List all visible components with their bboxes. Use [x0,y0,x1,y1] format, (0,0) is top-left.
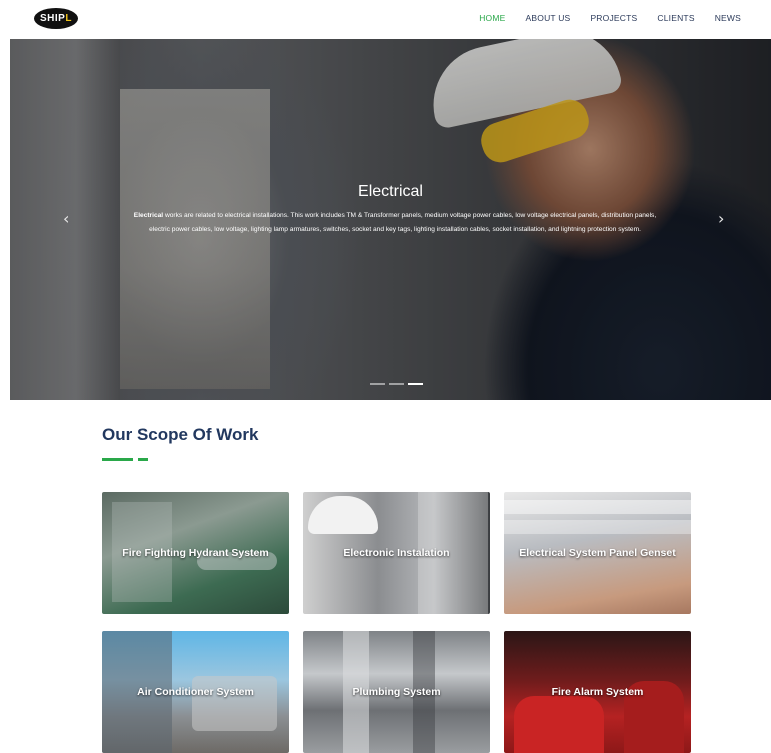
hero-title: Electrical [358,183,423,200]
scope-card-label: Fire Fighting Hydrant System [122,547,269,559]
scope-card-fire-fighting[interactable]: Fire Fighting Hydrant System [102,492,289,614]
scope-card-label: Fire Alarm System [551,686,644,698]
scope-card-plumbing[interactable]: Plumbing System [303,631,490,753]
scope-card-electronic-installation[interactable]: Electronic Instalation [303,492,490,614]
carousel-indicator-1[interactable] [370,383,385,385]
nav-clients[interactable]: CLIENTS [657,13,694,23]
nav-home[interactable]: HOME [479,13,505,23]
scope-card-air-conditioner[interactable]: Air Conditioner System [102,631,289,753]
section-title: Our Scope Of Work [102,425,259,444]
hero-description: Electrical works are related to electric… [125,209,665,237]
scope-card-label: Electronic Instalation [343,547,450,559]
scope-card-label: Electrical System Panel Genset [519,547,676,559]
carousel-indicator-2[interactable] [389,383,404,385]
carousel-indicator-3[interactable] [408,383,423,385]
scope-card-fire-alarm[interactable]: Fire Alarm System [504,631,691,753]
chevron-left-icon[interactable]: ‹ [63,209,69,228]
scope-card-label: Plumbing System [352,686,441,698]
nav-projects[interactable]: PROJECTS [590,13,637,23]
section-title-underline [102,458,148,461]
nav-news[interactable]: NEWS [715,13,741,23]
hero-carousel: Electrical Electrical works are related … [10,39,771,400]
hero-description-body: works are related to electrical installa… [149,212,657,233]
nav-about-us[interactable]: ABOUT US [526,13,571,23]
scope-card-label: Air Conditioner System [137,686,254,698]
main-menu: HOME ABOUT US PROJECTS CLIENTS NEWS [459,13,741,23]
scope-card-electrical-panel-genset[interactable]: Electrical System Panel Genset [504,492,691,614]
navbar: SHIPL HOME ABOUT US PROJECTS CLIENTS NEW… [0,0,771,38]
chevron-right-icon[interactable]: › [718,209,724,228]
hero-description-bold: Electrical [133,212,164,219]
logo[interactable]: SHIPL [34,8,78,29]
carousel-indicators [370,383,423,385]
